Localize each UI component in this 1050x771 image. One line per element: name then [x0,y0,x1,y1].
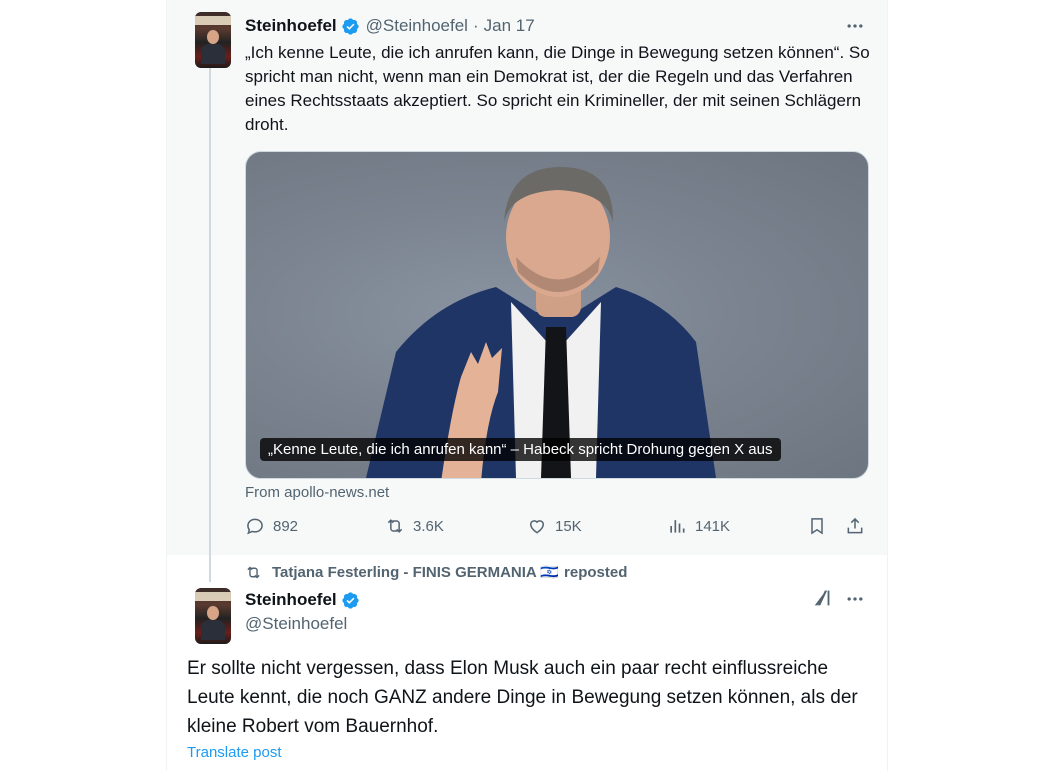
person-photo [366,167,716,478]
reposter-name[interactable]: Tatjana Festerling - FINIS GERMANIA 🇮🇱 [272,563,559,581]
reply-button[interactable]: 892 [245,516,298,536]
avatar[interactable] [195,588,231,644]
avatar[interactable] [195,12,231,68]
bookmark-button[interactable] [807,516,835,536]
author-handle[interactable]: @Steinhoefel [366,16,468,36]
views-button[interactable]: 141K [667,516,730,536]
like-icon [529,520,545,534]
views-icon [670,520,685,533]
share-button[interactable] [845,516,873,536]
quoted-post-header: Steinhoefel @Steinhoefel · Jan 17 [245,16,535,36]
link-card-image[interactable]: „Kenne Leute, die ich anrufen kann“ – Ha… [245,151,869,479]
grok-icon[interactable] [812,587,834,609]
timeline-column: Steinhoefel @Steinhoefel · Jan 17 „Ich k… [166,0,888,771]
verified-badge-icon [342,17,359,35]
repost-action-label: reposted [564,563,628,581]
repost-icon [247,566,260,578]
action-bar: 892 3.6K 15K 141K [245,516,867,542]
link-source[interactable]: From apollo-news.net [245,484,389,501]
main-post-text: Er sollte nicht vergessen, dass Elon Mus… [187,658,858,737]
repost-count: 3.6K [413,517,444,535]
quoted-post[interactable]: Steinhoefel @Steinhoefel · Jan 17 „Ich k… [167,0,887,582]
thread-connector-line [209,62,211,582]
author-name[interactable]: Steinhoefel [245,590,337,610]
like-count: 15K [555,517,582,535]
repost-button[interactable]: 3.6K [385,516,444,536]
more-icon[interactable] [845,16,865,36]
post-date[interactable]: Jan 17 [484,16,535,36]
share-icon [847,517,863,534]
author-handle[interactable]: @Steinhoefel [245,614,347,634]
repost-icon [387,519,403,533]
reply-icon [247,518,263,535]
verified-badge-icon [342,591,359,609]
main-post-header: Steinhoefel [245,590,360,610]
repost-banner[interactable]: Tatjana Festerling - FINIS GERMANIA 🇮🇱 r… [245,563,627,581]
media-caption: „Kenne Leute, die ich anrufen kann“ – Ha… [260,438,781,461]
more-icon[interactable] [845,589,865,609]
author-name[interactable]: Steinhoefel [245,16,337,36]
bookmark-icon [811,518,823,535]
views-count: 141K [695,517,731,535]
like-button[interactable]: 15K [527,516,582,536]
separator-dot: · [472,16,479,35]
reply-count: 892 [273,517,299,535]
translate-post-link[interactable]: Translate post [187,744,282,761]
quoted-post-text: „Ich kenne Leute, die ich anrufen kann, … [245,43,870,134]
